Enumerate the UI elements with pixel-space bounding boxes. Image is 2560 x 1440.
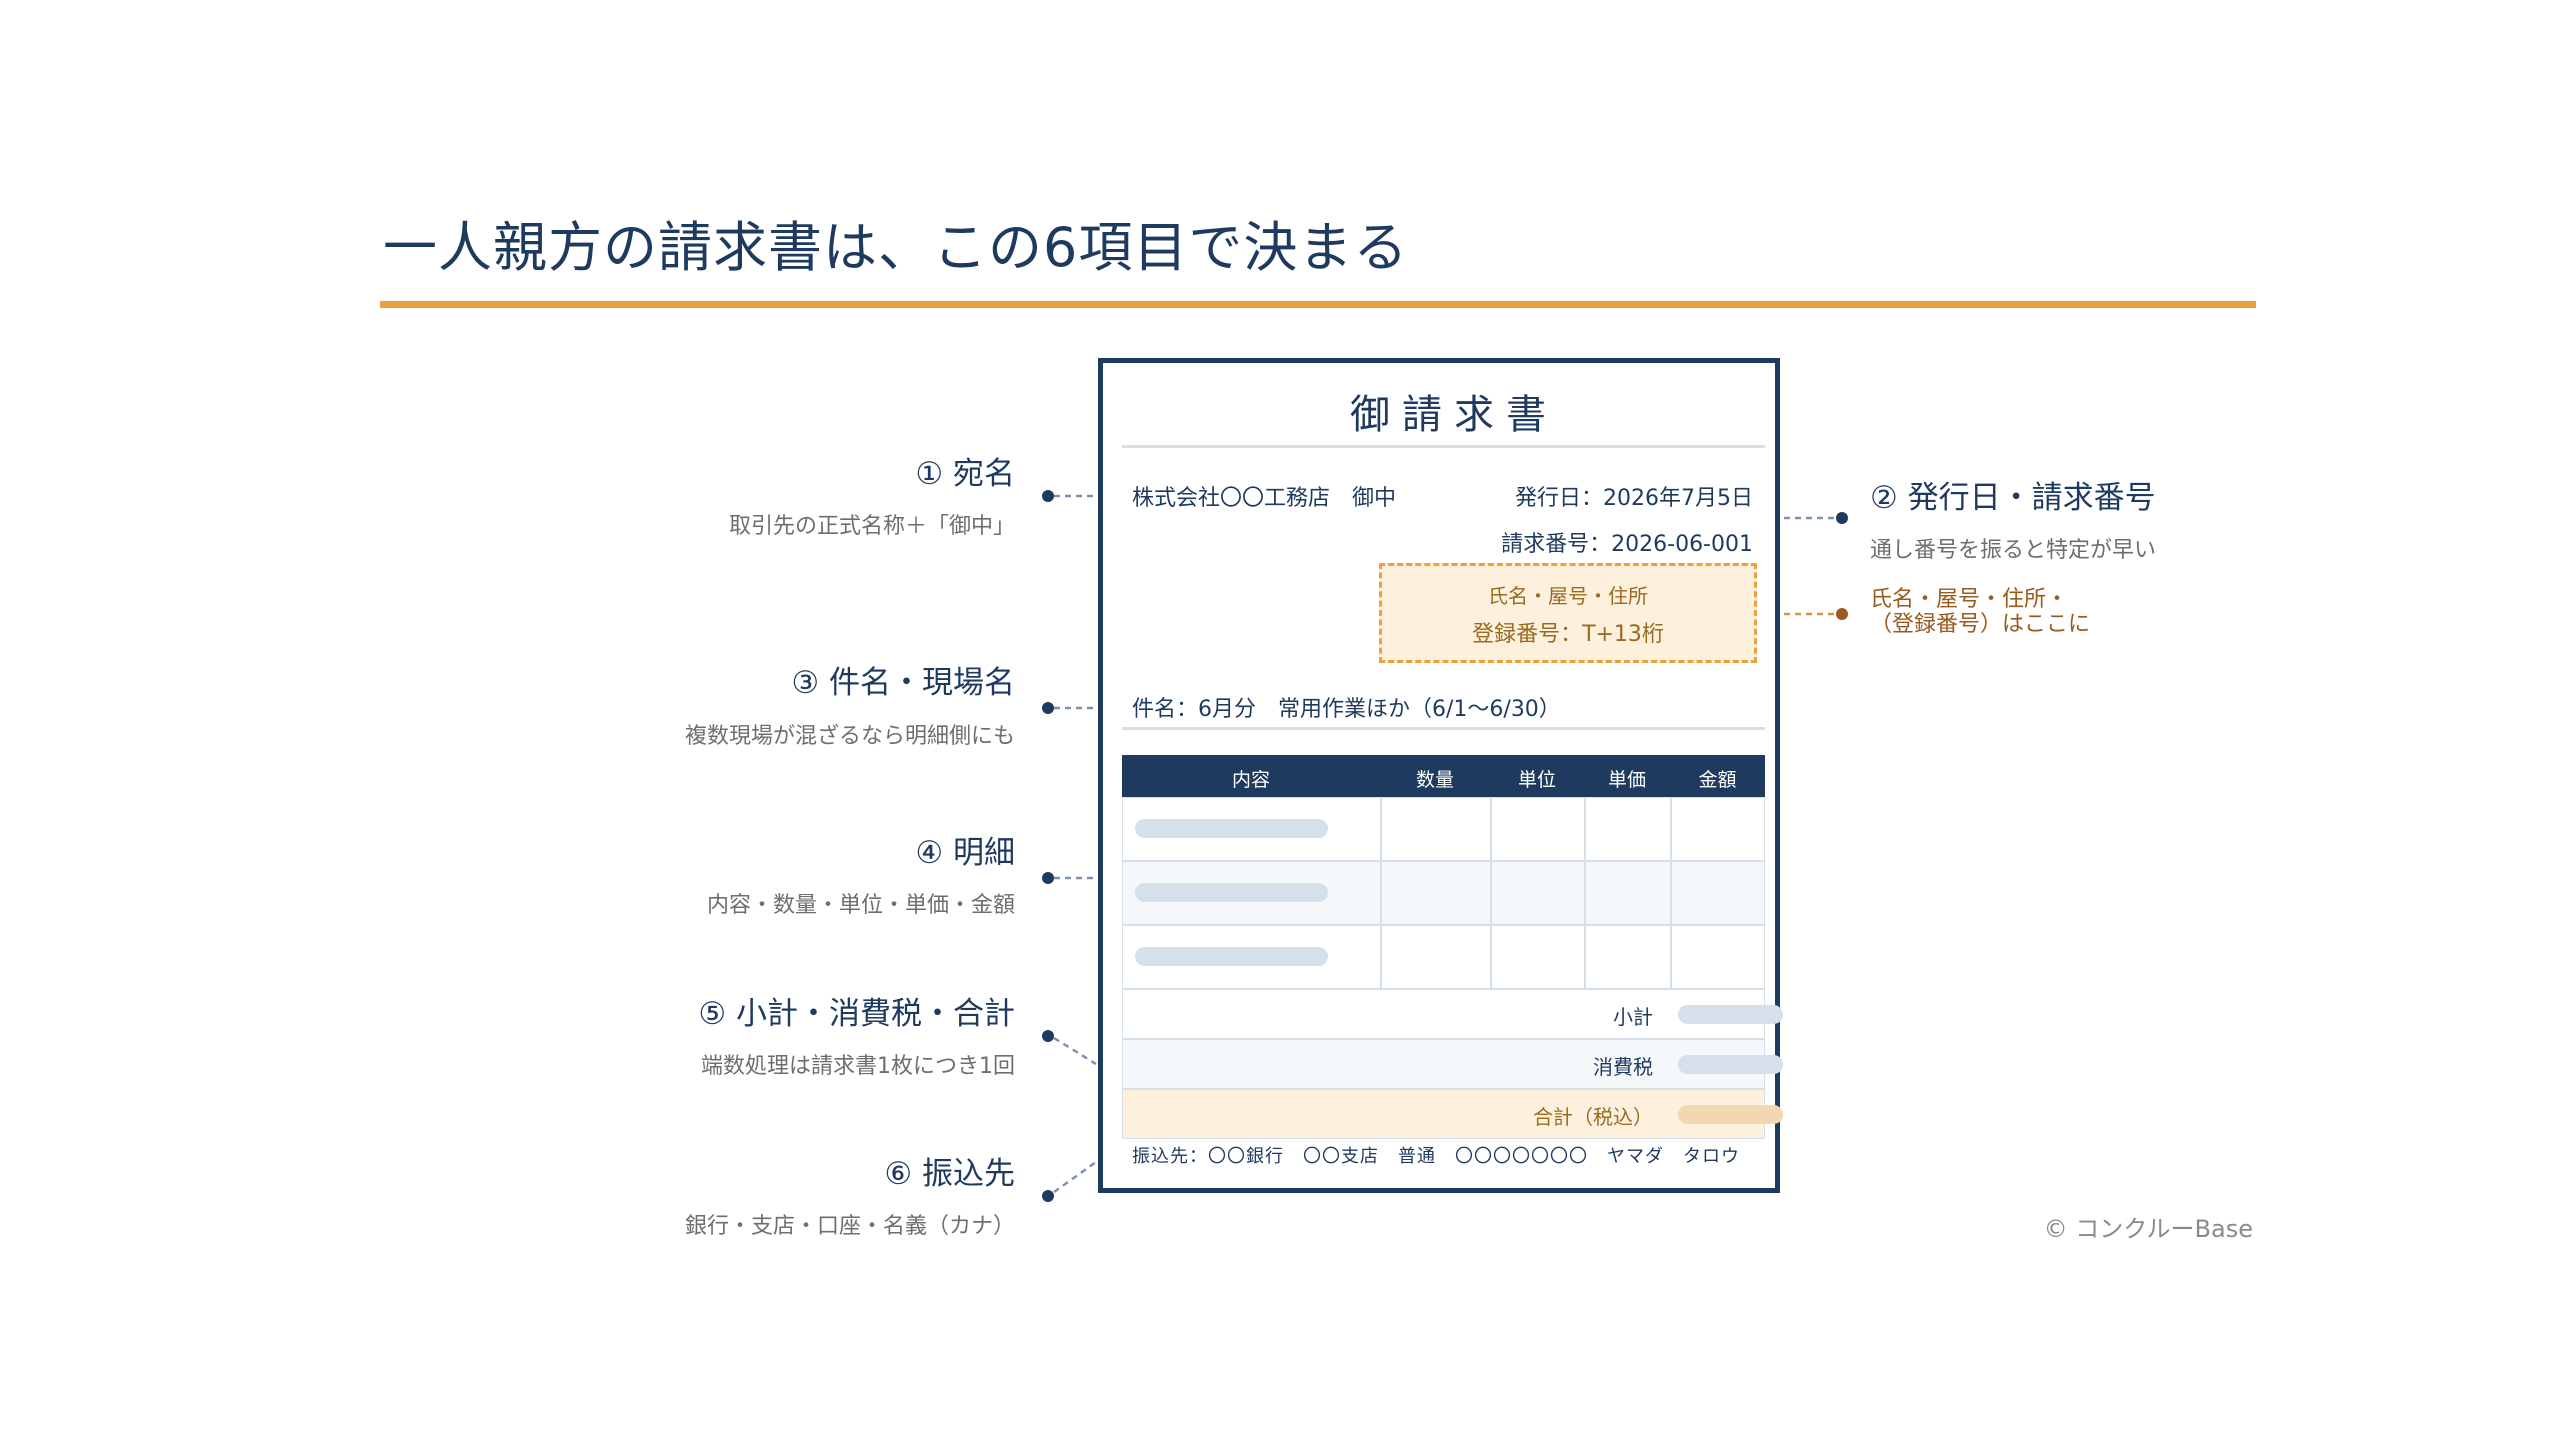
connector-dot-6	[1042, 1190, 1054, 1202]
connector-dot-1	[1042, 490, 1054, 502]
callout-connectors	[1042, 490, 1848, 1202]
connector-dot-registration	[1836, 608, 1848, 620]
connector-dot-3	[1042, 702, 1054, 714]
connector-line-5	[1053, 1036, 1097, 1066]
connector-dot-4	[1042, 872, 1054, 884]
connector-dot-5	[1042, 1030, 1054, 1042]
connector-line-6	[1053, 1160, 1097, 1194]
connector-dot-2	[1836, 512, 1848, 524]
